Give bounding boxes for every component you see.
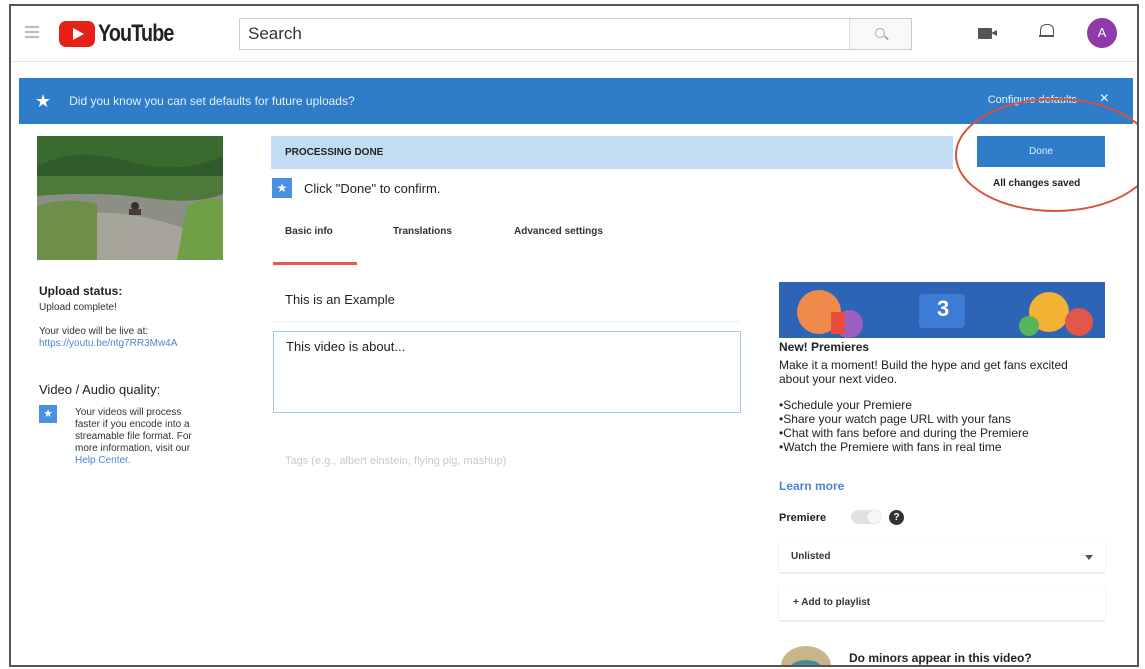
notifications-bell-icon[interactable] — [1039, 23, 1054, 40]
logo-text: YouTube — [98, 20, 174, 47]
youtube-logo[interactable]: YouTube — [59, 20, 190, 48]
video-thumbnail — [37, 136, 223, 260]
search-icon — [875, 28, 885, 38]
list-item: Watch the Premiere with fans in real tim… — [779, 440, 1109, 454]
tab-basic-info[interactable]: Basic info — [285, 226, 333, 237]
quality-label: Video / Audio quality: — [39, 382, 161, 397]
help-icon[interactable]: ? — [889, 510, 904, 525]
screenshot-frame: YouTube A ★ Did you know you can set def… — [9, 4, 1139, 667]
premiere-toggle[interactable] — [851, 510, 881, 524]
promo-number: 3 — [937, 296, 950, 321]
upload-status-label: Upload status: — [39, 284, 123, 298]
tab-advanced-settings[interactable]: Advanced settings — [514, 226, 603, 237]
confirm-text: Click "Done" to confirm. — [304, 181, 441, 196]
saved-status: All changes saved — [993, 178, 1081, 189]
quality-desc-line-1: Your videos will process — [75, 407, 182, 418]
list-item: Share your watch page URL with your fans — [779, 412, 1109, 426]
search-button[interactable] — [849, 19, 911, 49]
list-item: Schedule your Premiere — [779, 398, 1109, 412]
promo-title: New! Premieres — [779, 340, 870, 354]
processing-status-bar: PROCESSING DONE — [271, 136, 953, 169]
quality-desc-line-3: streamable file format. For — [75, 431, 192, 442]
list-item: Chat with fans before and during the Pre… — [779, 426, 1109, 440]
premiere-label: Premiere — [779, 512, 827, 524]
chevron-down-icon — [1085, 555, 1093, 560]
title-field[interactable]: This is an Example — [273, 284, 740, 322]
video-url-link[interactable]: https://youtu.be/ntg7RR3Mw4A — [39, 338, 177, 350]
create-video-icon[interactable] — [978, 28, 997, 39]
upload-complete-text: Upload complete! — [39, 302, 117, 313]
live-at-text: Your video will be live at: — [39, 326, 149, 337]
learn-more-link[interactable]: Learn more — [779, 479, 844, 493]
search-box — [239, 18, 912, 50]
promo-feature-list: Schedule your Premiere Share your watch … — [779, 398, 1109, 454]
done-button[interactable]: Done — [977, 136, 1105, 167]
close-icon[interactable]: × — [1100, 90, 1109, 108]
star-icon: ★ — [39, 405, 57, 423]
menu-icon[interactable] — [25, 26, 39, 38]
star-icon: ★ — [35, 90, 52, 111]
add-to-playlist-button[interactable]: + Add to playlist — [779, 586, 1105, 620]
premieres-promo-image: 3 — [779, 282, 1105, 338]
quality-desc-line-2: faster if you encode into a — [75, 419, 190, 430]
description-field[interactable]: This video is about... — [273, 331, 741, 413]
quality-desc-line-4: more information, visit our — [75, 443, 191, 454]
visibility-select[interactable]: Unlisted — [779, 542, 1105, 572]
tab-translations[interactable]: Translations — [393, 226, 452, 237]
help-center-link[interactable]: Help Center. — [75, 455, 131, 467]
configure-defaults-link[interactable]: Configure defaults — [988, 94, 1077, 106]
minors-illustration-icon — [781, 646, 831, 665]
account-avatar[interactable]: A — [1087, 18, 1117, 48]
banner-text: Did you know you can set defaults for fu… — [69, 94, 355, 108]
play-icon — [59, 21, 95, 47]
tags-input[interactable] — [273, 446, 741, 476]
star-icon: ★ — [272, 178, 292, 198]
top-bar: YouTube A — [11, 6, 1137, 62]
promo-description: Make it a moment! Build the hype and get… — [779, 358, 1068, 386]
active-tab-indicator — [273, 262, 357, 265]
search-input[interactable] — [240, 19, 849, 49]
processing-text: PROCESSING DONE — [285, 147, 384, 158]
thumbnail-image — [37, 136, 223, 260]
visibility-value: Unlisted — [791, 551, 831, 562]
minors-question: Do minors appear in this video? — [849, 651, 1032, 665]
defaults-banner: ★ Did you know you can set defaults for … — [19, 78, 1133, 124]
